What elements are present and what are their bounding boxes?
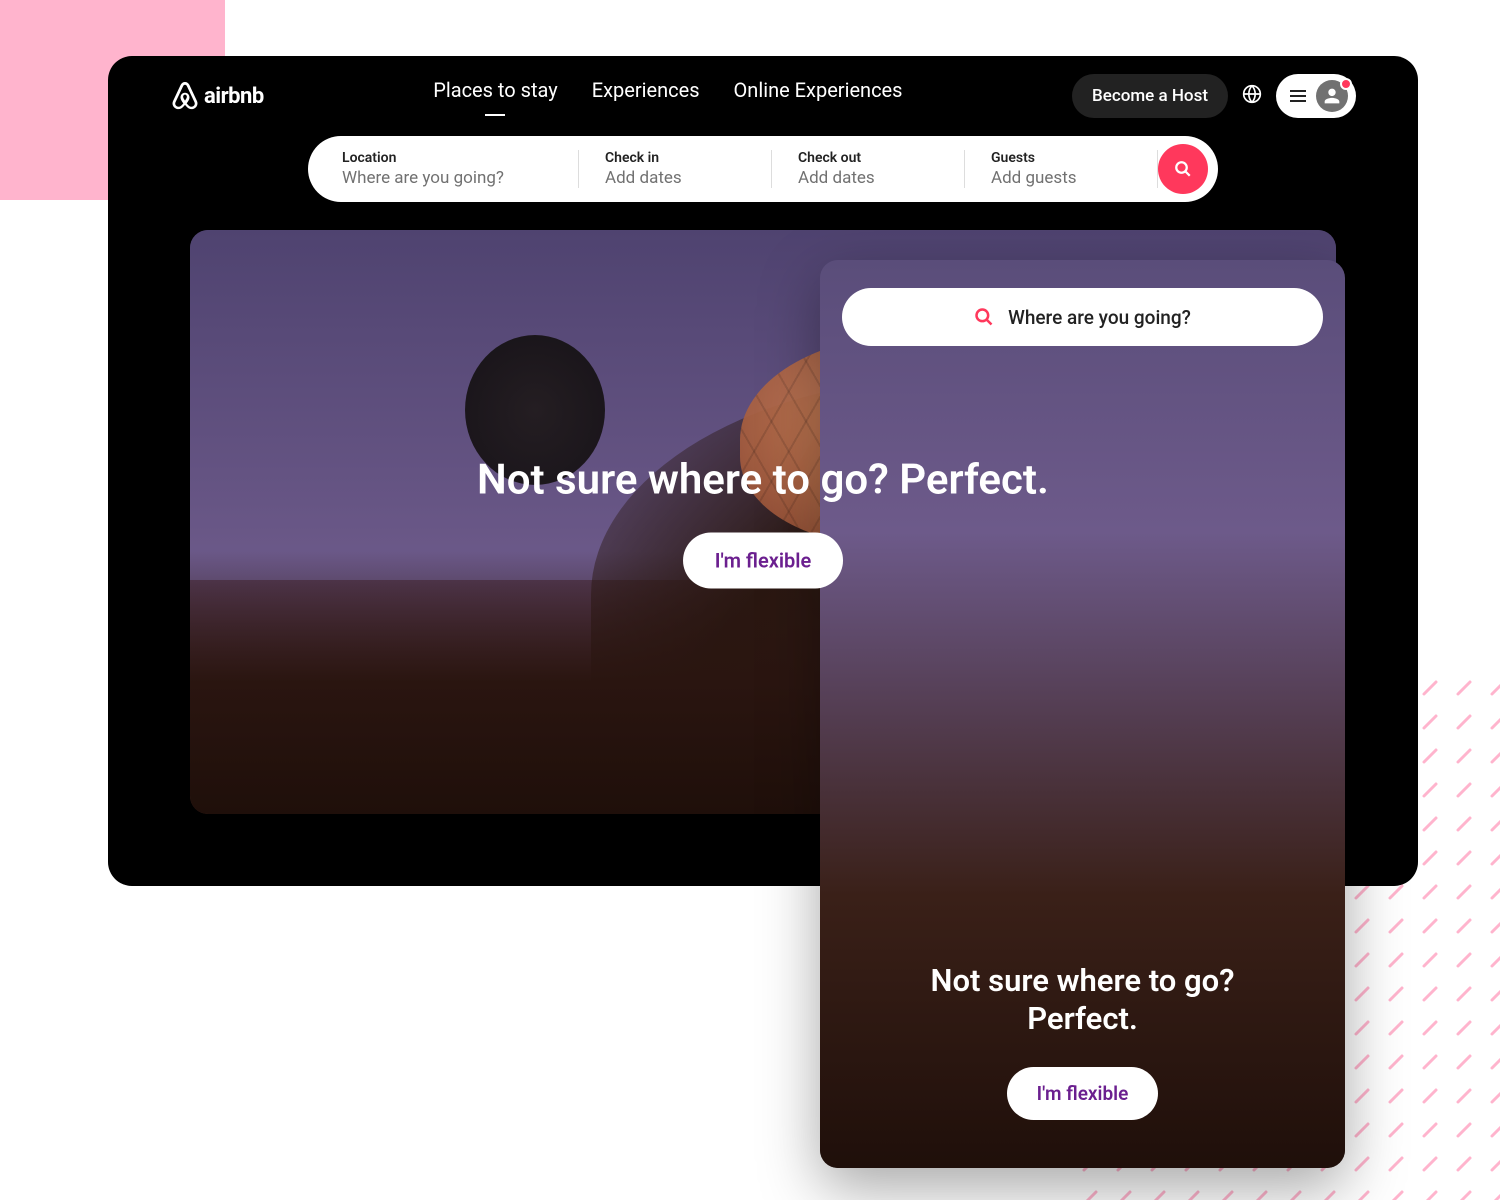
mobile-im-flexible-button[interactable]: I'm flexible	[1007, 1067, 1159, 1120]
top-nav: airbnb Places to stay Experiences Online…	[140, 56, 1386, 136]
nav-tabs: Places to stay Experiences Online Experi…	[433, 78, 902, 114]
search-placeholder: Add dates	[605, 168, 745, 188]
search-placeholder: Where are you going?	[342, 168, 552, 188]
search-label: Guests	[991, 150, 1131, 166]
search-guests-cell[interactable]: Guests Add guests	[965, 150, 1158, 188]
tab-experiences[interactable]: Experiences	[592, 78, 700, 114]
search-location-cell[interactable]: Location Where are you going?	[308, 150, 579, 188]
language-button[interactable]	[1242, 84, 1262, 108]
mobile-search-button[interactable]: Where are you going?	[842, 288, 1323, 346]
notification-badge	[1340, 78, 1352, 90]
mobile-hero-title: Not sure where to go? Perfect.	[820, 962, 1345, 1040]
tab-places-to-stay[interactable]: Places to stay	[433, 78, 558, 114]
profile-menu-button[interactable]	[1276, 74, 1356, 118]
search-icon	[1174, 160, 1192, 178]
search-submit-button[interactable]	[1158, 144, 1208, 194]
im-flexible-button[interactable]: I'm flexible	[683, 533, 844, 589]
menu-icon	[1290, 90, 1306, 102]
globe-icon	[1242, 84, 1262, 104]
airbnb-logo-icon	[170, 80, 200, 112]
nav-right: Become a Host	[1072, 74, 1356, 118]
brand-name: airbnb	[204, 84, 264, 109]
search-bar: Location Where are you going? Check in A…	[308, 136, 1218, 202]
search-placeholder: Add guests	[991, 168, 1131, 188]
tab-online-experiences[interactable]: Online Experiences	[734, 78, 903, 114]
mobile-window: Where are you going? Not sure where to g…	[820, 260, 1345, 1168]
brand-logo[interactable]: airbnb	[170, 80, 264, 112]
search-label: Location	[342, 150, 552, 166]
search-label: Check out	[798, 150, 938, 166]
mobile-dome-image	[967, 605, 1287, 865]
become-host-button[interactable]: Become a Host	[1072, 74, 1228, 118]
mobile-search-placeholder: Where are you going?	[1008, 306, 1191, 329]
search-placeholder: Add dates	[798, 168, 938, 188]
search-checkout-cell[interactable]: Check out Add dates	[772, 150, 965, 188]
search-label: Check in	[605, 150, 745, 166]
search-icon	[974, 307, 994, 327]
hero-title: Not sure where to go? Perfect.	[477, 456, 1049, 505]
search-checkin-cell[interactable]: Check in Add dates	[579, 150, 772, 188]
